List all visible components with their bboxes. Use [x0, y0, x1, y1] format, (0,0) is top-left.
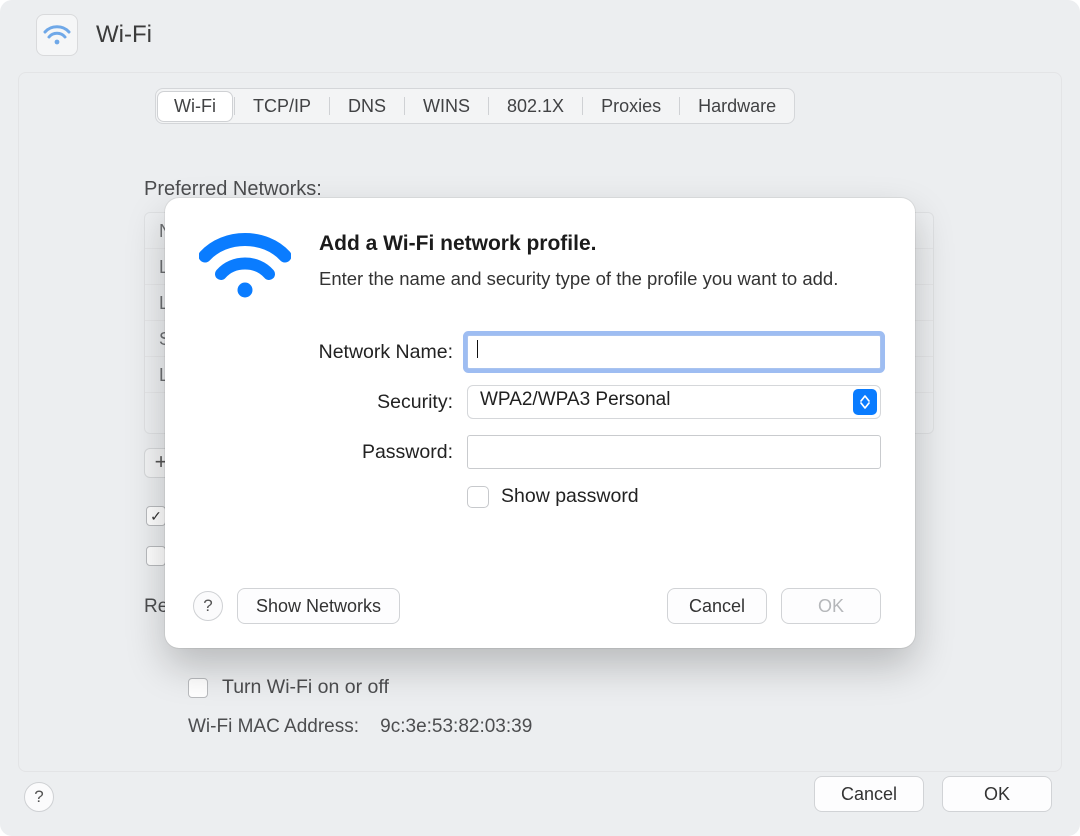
show-password-label: Show password	[501, 485, 639, 508]
password-label: Password:	[199, 441, 467, 464]
sheet-ok-button[interactable]: OK	[781, 588, 881, 624]
sheet-title: Add a Wi-Fi network profile.	[319, 232, 838, 256]
security-select[interactable]: WPA2/WPA3 Personal	[467, 385, 881, 419]
show-password-checkbox[interactable]	[467, 486, 489, 508]
add-wifi-sheet: Add a Wi-Fi network profile. Enter the n…	[165, 198, 915, 648]
sheet-form: Network Name: Security: WPA2/WPA3 Person…	[199, 335, 881, 508]
chevron-updown-icon	[853, 389, 877, 415]
security-value: WPA2/WPA3 Personal	[467, 385, 881, 419]
network-name-input[interactable]	[467, 335, 881, 369]
sheet-footer: ? Show Networks Cancel OK	[193, 588, 881, 624]
show-networks-button[interactable]: Show Networks	[237, 588, 400, 624]
sheet-help-button[interactable]: ?	[193, 591, 223, 621]
security-label: Security:	[199, 391, 467, 414]
sheet-description: Enter the name and security type of the …	[319, 266, 838, 293]
network-name-label: Network Name:	[199, 341, 467, 364]
wifi-icon	[199, 226, 291, 305]
sheet-cancel-button[interactable]: Cancel	[667, 588, 767, 624]
password-input[interactable]	[467, 435, 881, 469]
